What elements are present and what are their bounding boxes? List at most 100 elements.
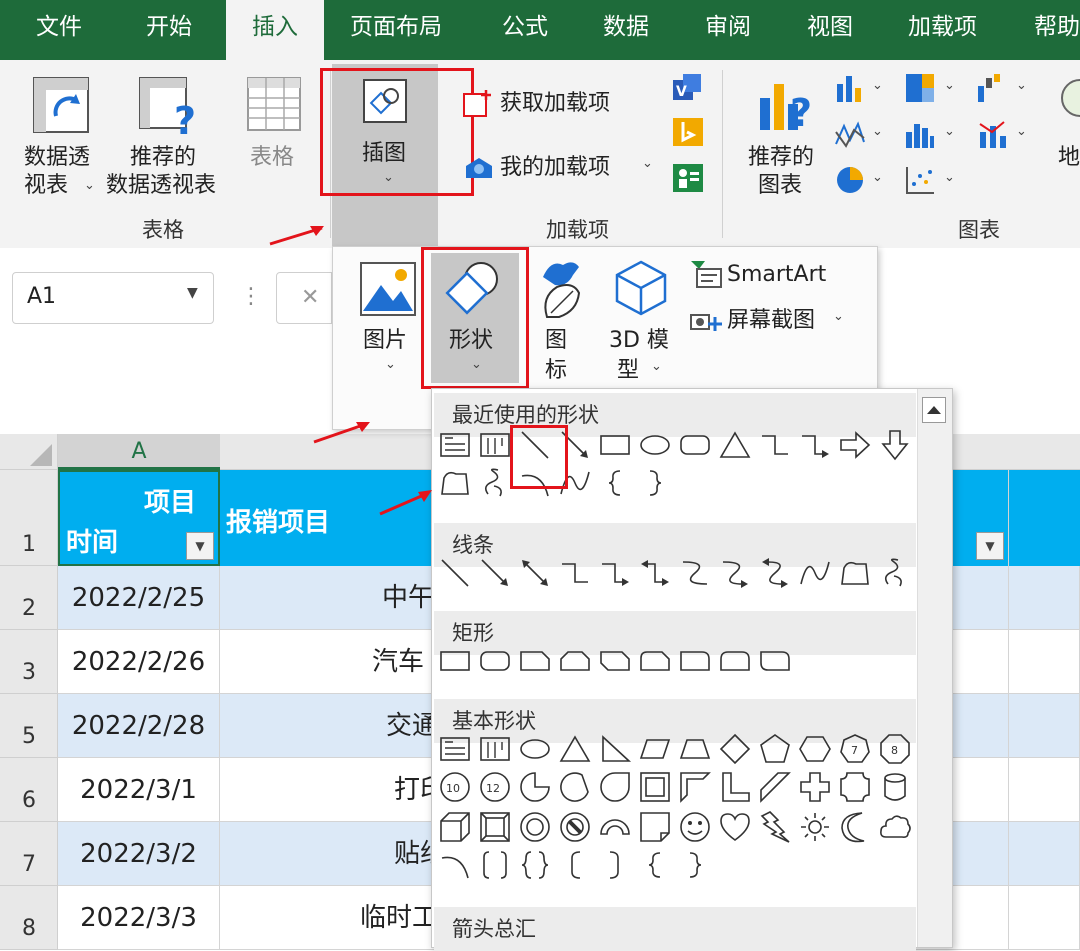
recommended-pivot-label-1[interactable]: 推荐的 [130, 144, 196, 172]
recommended-pivot-label-2[interactable]: 数据透视表 [106, 172, 216, 200]
plaque-shape-icon[interactable] [838, 770, 872, 804]
column-header-a[interactable]: A [58, 434, 220, 470]
map-chart-label[interactable]: 地 [1058, 144, 1080, 172]
snip2-shape-icon[interactable] [558, 644, 592, 678]
dblbrace-shape-icon[interactable] [518, 848, 552, 882]
3d-model-label-2[interactable]: 型 [617, 357, 639, 385]
dec-shape-icon[interactable]: 10 [438, 770, 472, 804]
scribble-shape-icon[interactable] [878, 556, 912, 590]
arrow-line-shape-icon[interactable] [478, 556, 512, 590]
pictures-label[interactable]: 图片 [363, 327, 407, 355]
vtextbox-shape-icon[interactable] [478, 732, 512, 766]
waterfall-chart-icon[interactable] [976, 72, 1008, 108]
table-cell-date[interactable]: 2022/2/26 [58, 630, 220, 694]
snipd-shape-icon[interactable] [598, 644, 632, 678]
freeform-shape-icon[interactable] [838, 556, 872, 590]
tab-view[interactable]: 视图 [807, 0, 853, 60]
icons-label-1[interactable]: 图 [545, 327, 567, 355]
elbowarrow-shape-icon[interactable] [798, 428, 832, 462]
bevel-shape-icon[interactable] [478, 810, 512, 844]
scatter-chart-icon[interactable] [904, 164, 936, 200]
rbrace-shape-icon[interactable] [678, 848, 712, 882]
triangle-shape-icon[interactable] [718, 428, 752, 462]
pivot-table-icon[interactable] [32, 76, 90, 138]
rnd2-shape-icon[interactable] [718, 644, 752, 678]
select-all-corner[interactable] [0, 434, 58, 470]
rnd1-shape-icon[interactable] [678, 644, 712, 678]
chevron-down-icon[interactable]: ⌄ [1016, 124, 1027, 139]
more-options-icon[interactable]: ⋮ [240, 284, 262, 309]
chevron-down-icon[interactable]: ⌄ [833, 309, 844, 324]
chevron-down-icon[interactable]: ⌄ [385, 357, 396, 372]
oval-shape-icon[interactable] [518, 732, 552, 766]
table-label[interactable]: 表格 [250, 144, 294, 172]
chevron-down-icon[interactable]: ⌄ [84, 178, 95, 193]
hept-shape-icon[interactable]: 7 [838, 732, 872, 766]
rarrow-shape-icon[interactable] [838, 428, 872, 462]
table-cell-date[interactable]: 2022/3/1 [58, 758, 220, 822]
elbowarrow-shape-icon[interactable] [598, 556, 632, 590]
chord-shape-icon[interactable] [558, 770, 592, 804]
hierarchy-chart-icon[interactable] [904, 72, 936, 108]
arc-shape-icon[interactable] [438, 848, 472, 882]
recommended-pivot-icon[interactable]: ? [138, 76, 202, 143]
moon-shape-icon[interactable] [838, 810, 872, 844]
table-cell-date[interactable]: 2022/2/28 [58, 694, 220, 758]
frame-shape-icon[interactable] [638, 770, 672, 804]
elbowdbl-shape-icon[interactable] [638, 556, 672, 590]
recommended-charts-label-1[interactable]: 推荐的 [748, 144, 814, 172]
diamond-shape-icon[interactable] [718, 732, 752, 766]
tear-shape-icon[interactable] [598, 770, 632, 804]
tab-addins[interactable]: 加载项 [908, 0, 977, 60]
3d-model-label-1[interactable]: 3D 模 [609, 327, 669, 355]
combo-chart-icon[interactable] [976, 118, 1008, 154]
rndd-shape-icon[interactable] [758, 644, 792, 678]
cloud-shape-icon[interactable] [878, 810, 912, 844]
chevron-down-icon[interactable]: ⌄ [872, 78, 883, 93]
bing-maps-icon[interactable] [671, 116, 705, 152]
chevron-down-icon[interactable]: ⌄ [872, 170, 883, 185]
vtextbox-shape-icon[interactable] [478, 428, 512, 462]
dblarrow-shape-icon[interactable] [518, 556, 552, 590]
snip1-shape-icon[interactable] [518, 644, 552, 678]
icons-label-2[interactable]: 标 [545, 357, 567, 385]
chevron-down-icon[interactable]: ⌄ [651, 359, 662, 374]
active-cell-a1[interactable]: 项目 时间 ▼ [58, 470, 220, 566]
trap-shape-icon[interactable] [678, 732, 712, 766]
oct-shape-icon[interactable]: 8 [878, 732, 912, 766]
tab-formulas[interactable]: 公式 [502, 0, 548, 60]
folded-shape-icon[interactable] [638, 810, 672, 844]
row-header[interactable]: 1 [0, 470, 58, 566]
table-cell-date[interactable]: 2022/3/3 [58, 886, 220, 950]
curveddbl-shape-icon[interactable] [758, 556, 792, 590]
screenshot-label[interactable]: 屏幕截图 [727, 307, 815, 335]
line-shape-icon[interactable] [438, 556, 472, 590]
chevron-down-icon[interactable]: ⌄ [944, 78, 955, 93]
donut-shape-icon[interactable] [518, 810, 552, 844]
pivot-table-label-1[interactable]: 数据透 [24, 144, 90, 172]
row-header[interactable]: 6 [0, 758, 58, 822]
row-header[interactable]: 5 [0, 694, 58, 758]
table-cell-date[interactable]: 2022/3/2 [58, 822, 220, 886]
sniprnd-shape-icon[interactable] [638, 644, 672, 678]
oval-shape-icon[interactable] [638, 428, 672, 462]
rbrace-shape-icon[interactable] [638, 466, 672, 500]
plus-shape-icon[interactable] [798, 770, 832, 804]
cancel-button[interactable]: ✕ [276, 272, 332, 324]
line-chart-icon[interactable] [834, 118, 866, 154]
curve-shape-icon[interactable] [798, 556, 832, 590]
3d-model-icon[interactable] [613, 259, 669, 321]
smiley-shape-icon[interactable] [678, 810, 712, 844]
scrollbar[interactable] [917, 389, 952, 947]
chevron-down-icon[interactable]: ⌄ [944, 170, 955, 185]
dblbracket-shape-icon[interactable] [478, 848, 512, 882]
hex-shape-icon[interactable] [798, 732, 832, 766]
can-shape-icon[interactable] [878, 770, 912, 804]
tab-page-layout[interactable]: 页面布局 [350, 0, 442, 60]
icons-icon[interactable] [533, 257, 589, 325]
elbow-shape-icon[interactable] [558, 556, 592, 590]
tab-help[interactable]: 帮助 [1034, 0, 1080, 60]
rbracket-shape-icon[interactable] [598, 848, 632, 882]
picture-icon[interactable] [359, 261, 417, 321]
dodec-shape-icon[interactable]: 12 [478, 770, 512, 804]
